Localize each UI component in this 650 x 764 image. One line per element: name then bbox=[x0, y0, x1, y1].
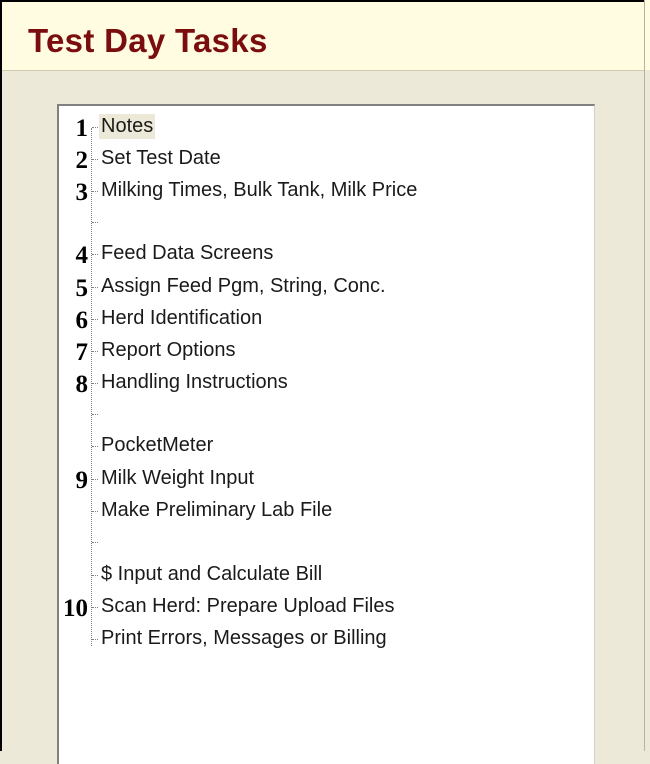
tree-item-calculate-bill[interactable]: $ Input and Calculate Bill bbox=[0, 561, 600, 591]
tree-item-milk-weight-input[interactable]: 9 Milk Weight Input bbox=[0, 465, 600, 495]
step-number: 5 bbox=[75, 275, 89, 302]
tree-item-label: $ Input and Calculate Bill bbox=[101, 563, 323, 585]
tree-connector bbox=[92, 319, 98, 320]
tree-connector bbox=[92, 383, 98, 384]
tree-item-assign-feed-pgm[interactable]: 5 Assign Feed Pgm, String, Conc. bbox=[0, 273, 600, 303]
tree-item-print-errors[interactable]: Print Errors, Messages or Billing bbox=[0, 625, 600, 655]
right-edge-divider bbox=[644, 70, 650, 751]
tree-item-report-options[interactable]: 7 Report Options bbox=[0, 337, 600, 367]
step-number: 6 bbox=[75, 307, 89, 334]
tree-item-notes[interactable]: 1 Notes bbox=[0, 113, 600, 143]
tree-connector bbox=[92, 575, 98, 576]
tree-separator bbox=[0, 528, 600, 558]
tree-item-label: Milk Weight Input bbox=[101, 467, 255, 489]
tree-connector bbox=[92, 159, 98, 160]
tree-item-handling-instructions[interactable]: 8 Handling Instructions bbox=[0, 369, 600, 399]
tree-item-label: PocketMeter bbox=[101, 434, 214, 456]
tree-item-label: Handling Instructions bbox=[101, 371, 288, 393]
tree-connector bbox=[92, 607, 98, 608]
tree-item-label: Feed Data Screens bbox=[101, 242, 274, 264]
tree-connector bbox=[92, 127, 98, 128]
step-number: 1 bbox=[75, 115, 89, 142]
tree-item-set-test-date[interactable]: 2 Set Test Date bbox=[0, 145, 600, 175]
tree-item-label: Assign Feed Pgm, String, Conc. bbox=[101, 275, 386, 297]
tree-item-herd-identification[interactable]: 6 Herd Identification bbox=[0, 305, 600, 335]
tree-item-feed-data-screens[interactable]: 4 Feed Data Screens bbox=[0, 240, 600, 270]
tree-connector bbox=[92, 446, 98, 447]
step-number: 7 bbox=[75, 339, 89, 366]
tree-connector bbox=[92, 191, 98, 192]
tree-connector bbox=[92, 351, 98, 352]
tree-separator bbox=[0, 208, 600, 238]
tree-item-label: Scan Herd: Prepare Upload Files bbox=[101, 595, 395, 617]
tree-item-milking-times[interactable]: 3 Milking Times, Bulk Tank, Milk Price bbox=[0, 177, 600, 207]
step-number: 10 bbox=[63, 595, 88, 622]
step-number: 2 bbox=[75, 147, 89, 174]
page-title: Test Day Tasks bbox=[28, 22, 268, 59]
tree-connector bbox=[92, 222, 98, 223]
tree-item-label: Milking Times, Bulk Tank, Milk Price bbox=[101, 179, 418, 201]
tree-item-preliminary-lab-file[interactable]: Make Preliminary Lab File bbox=[0, 497, 600, 527]
tree-item-label: Print Errors, Messages or Billing bbox=[101, 627, 387, 649]
tree-connector bbox=[92, 511, 98, 512]
tree-connector bbox=[92, 542, 98, 543]
tree-connector bbox=[92, 254, 98, 255]
step-number: 3 bbox=[75, 179, 89, 206]
tree-item-label: Make Preliminary Lab File bbox=[101, 499, 333, 521]
title-bar: Test Day Tasks bbox=[2, 2, 644, 71]
tree-item-label: Herd Identification bbox=[101, 307, 263, 329]
tree-connector bbox=[92, 479, 98, 480]
step-number: 4 bbox=[75, 242, 89, 269]
step-number: 9 bbox=[75, 467, 89, 494]
tree-connector bbox=[92, 414, 98, 415]
tree-item-scan-herd[interactable]: 10 Scan Herd: Prepare Upload Files bbox=[0, 593, 600, 623]
tree-item-label: Report Options bbox=[101, 339, 236, 361]
tree-separator bbox=[0, 400, 600, 430]
tree-item-label: Notes bbox=[99, 114, 156, 139]
tree-item-label: Set Test Date bbox=[101, 147, 221, 169]
step-number: 8 bbox=[75, 371, 89, 398]
tree-item-pocketmeter[interactable]: PocketMeter bbox=[0, 432, 600, 462]
tree-connector bbox=[92, 287, 98, 288]
tree-connector bbox=[92, 639, 98, 640]
